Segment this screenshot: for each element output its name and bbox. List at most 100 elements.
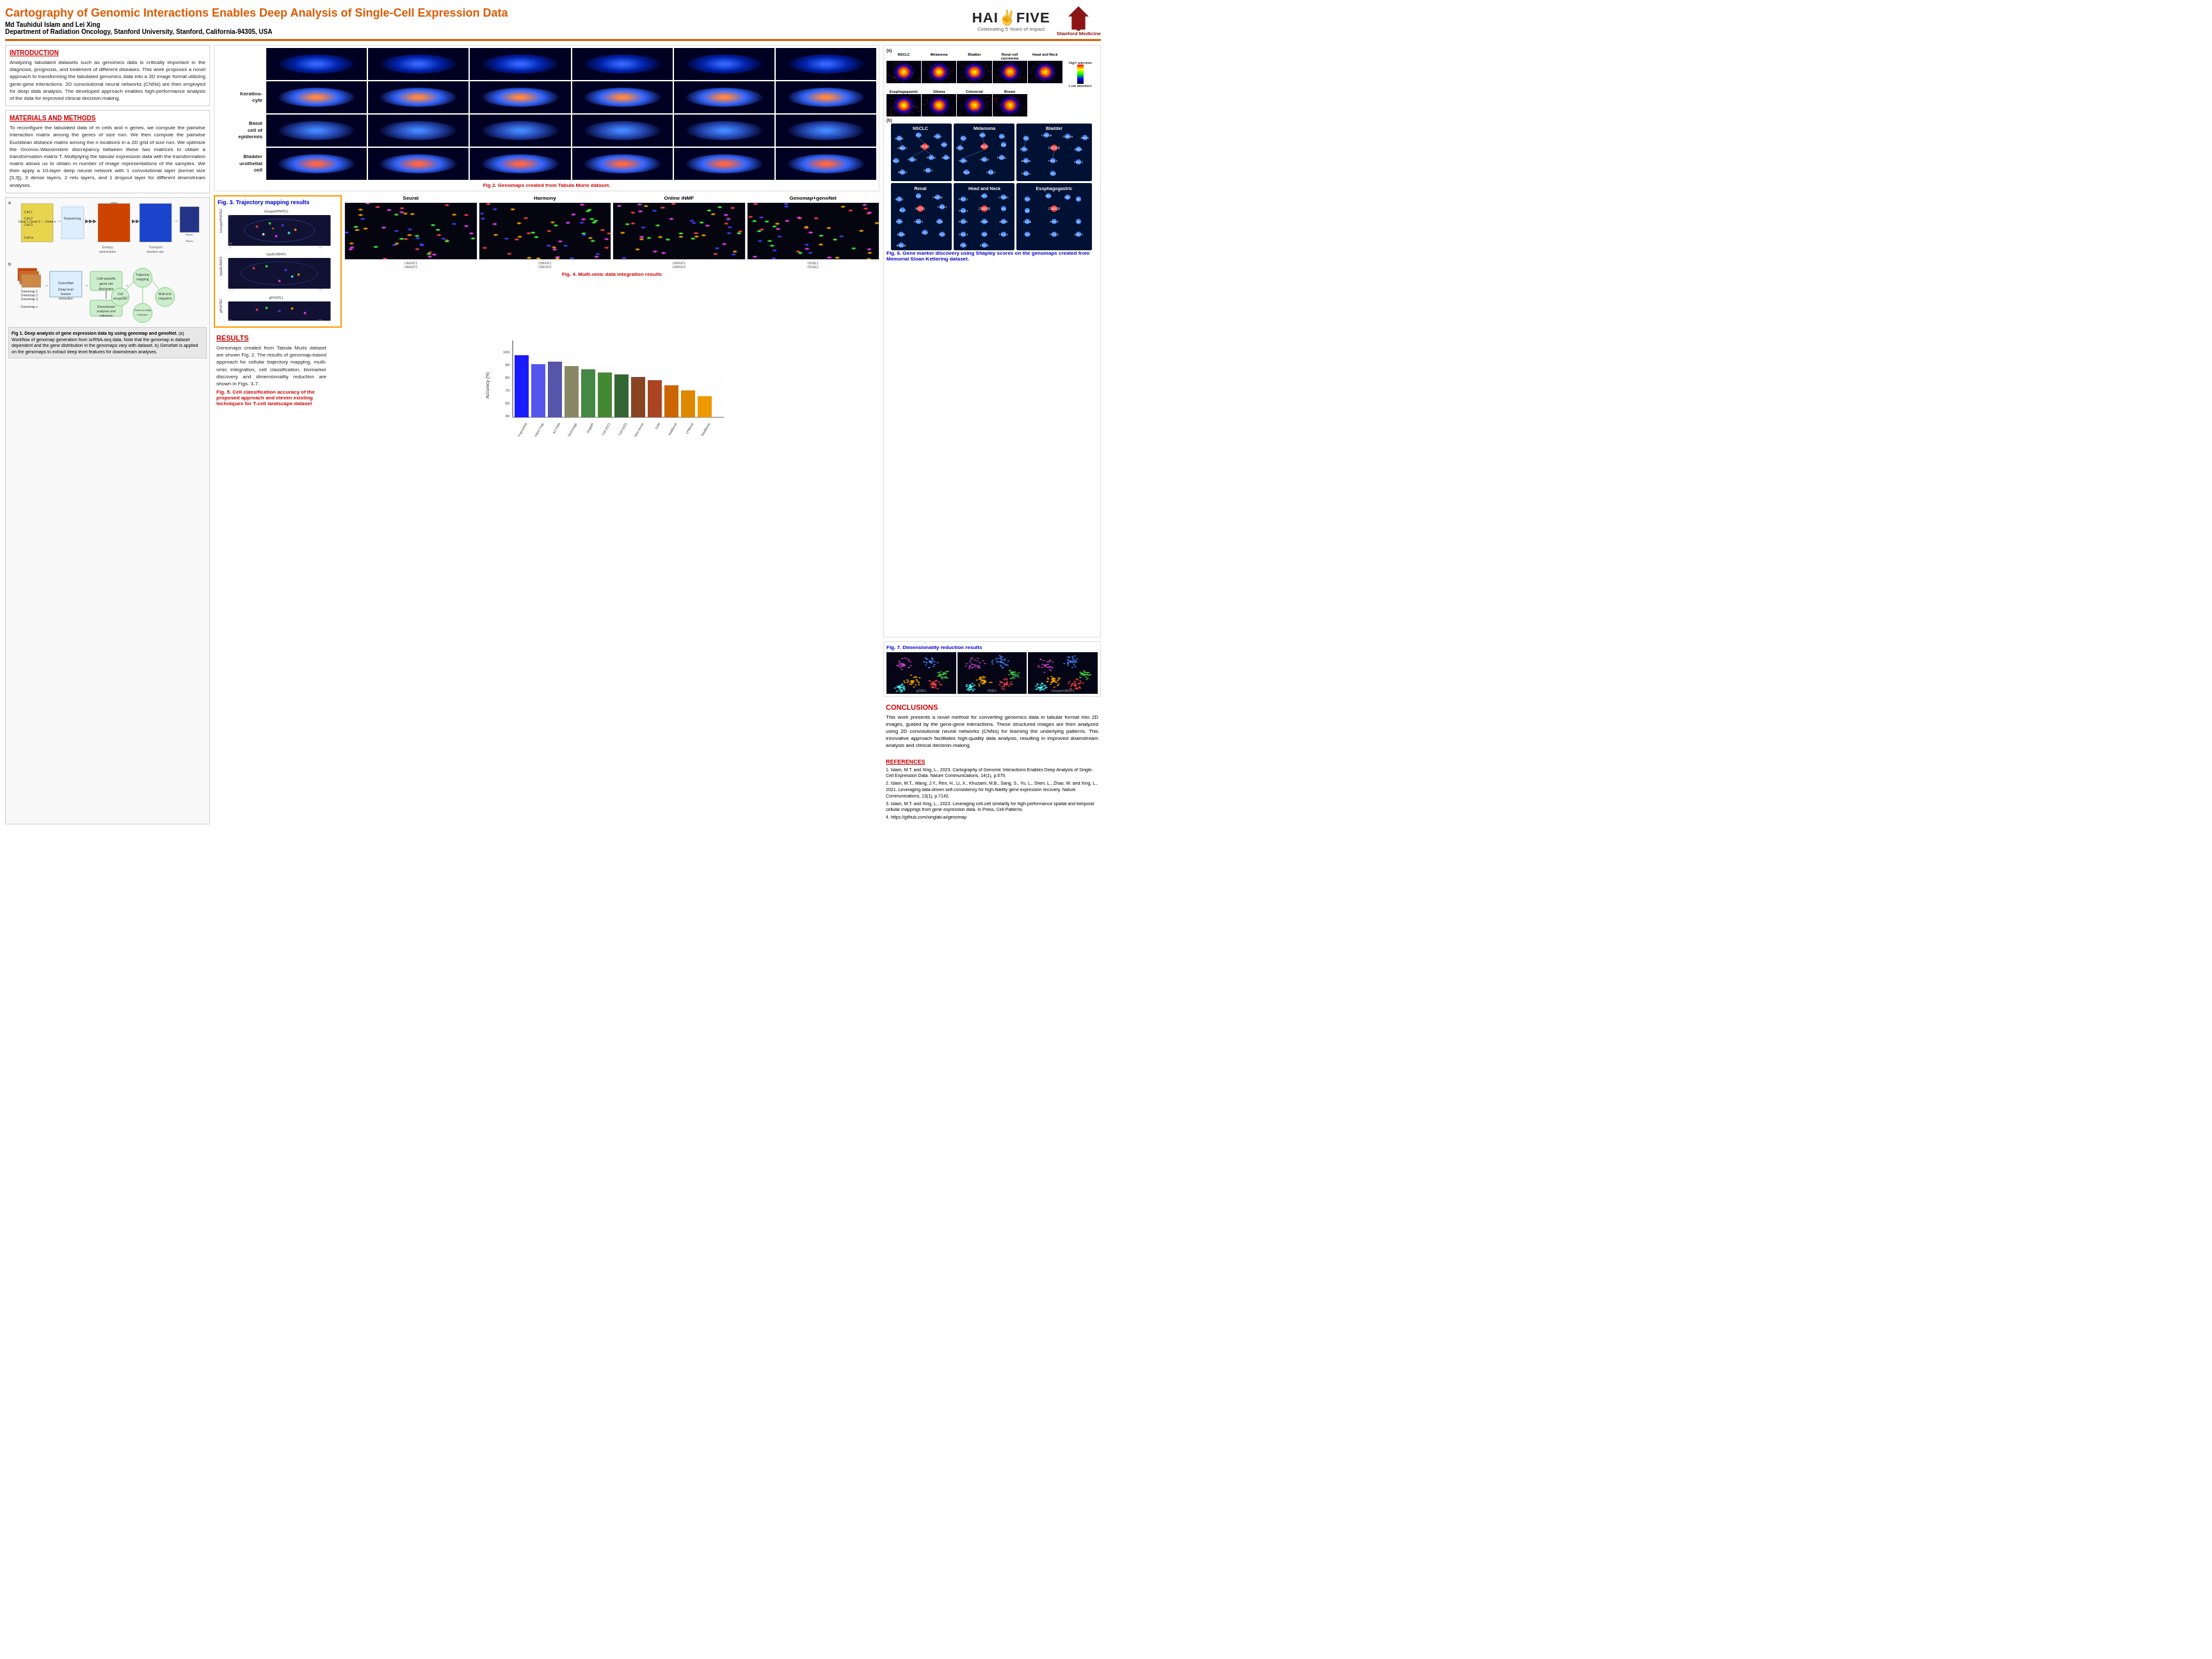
workflow-svg-b: Genomap 1 Genomap 2 Genomap 3 · Genomap …: [15, 262, 207, 326]
ref-2: 2. Islam, M.T., Wang, J.Y., Ren, H., Li,…: [886, 780, 1098, 799]
svg-text:topoEUMAP1: topoEUMAP1: [266, 252, 286, 256]
svg-text:MLL4: MLL4: [893, 159, 900, 163]
svg-text:KTK5: KTK5: [939, 233, 946, 236]
svg-text:Cell 3: Cell 3: [24, 223, 33, 227]
svg-text:PIK3CB: PIK3CB: [980, 158, 990, 161]
svg-rect-71: [228, 215, 331, 246]
svg-text:ERBB3: ERBB3: [999, 220, 1008, 223]
fig6-title: Fig. 6. Gene marker discovery using Shap…: [886, 250, 1098, 262]
svg-text:PIK3C3: PIK3C3: [959, 209, 968, 212]
svg-text:LPBoost: LPBoost: [685, 422, 694, 435]
svg-rect-132: [681, 390, 695, 417]
seurat-umap: [344, 202, 477, 260]
svg-text:feature: feature: [61, 292, 71, 296]
svg-text:GASP8: GASP8: [1074, 233, 1083, 236]
svg-text:→: →: [84, 283, 89, 289]
fig3-section: Fig. 3. Trajectory mapping results Unsup…: [214, 195, 342, 328]
conclusions-title: CONCLUSIONS: [886, 703, 1098, 711]
hai-logo-text: HAI✌FIVE: [972, 10, 1050, 26]
svg-text:AR: AR: [1025, 209, 1029, 212]
svg-point-90: [266, 265, 268, 268]
svg-text:NSCLC: NSCLC: [913, 126, 928, 131]
genomap-cell: [266, 148, 367, 180]
results-text: Genomaps created from Tabula Muris datas…: [216, 344, 326, 387]
svg-text:optimization: optimization: [99, 250, 116, 253]
svg-text:gene set: gene set: [100, 282, 114, 285]
glioma-header: Glioma: [922, 90, 956, 93]
svg-text:PAX7: PAX7: [1064, 196, 1071, 199]
svg-text:PTPB1: PTPB1: [1020, 148, 1029, 151]
genomap-cell: [674, 148, 774, 180]
svg-text:PIK3C3: PIK3C3: [938, 205, 947, 209]
svg-text:discovery: discovery: [99, 287, 114, 291]
svg-text:ERBB2: ERBB2: [942, 156, 950, 159]
svg-point-103: [291, 307, 294, 310]
ref-1: 1. Islam, M.T. and Xing, L., 2023. Carto…: [886, 767, 1098, 780]
svg-text:CDKN1B: CDKN1B: [1048, 147, 1060, 150]
svg-text:PIK3CO: PIK3CO: [898, 171, 908, 174]
svg-text:TP53: TP53: [915, 134, 922, 137]
genomap-cell: [470, 81, 570, 113]
svg-text:UnsuperPHATE2: UnsuperPHATE2: [219, 209, 223, 233]
fig1-section: a Gene 1 Gene 2 ···· Gene n Cell 1 Cell …: [5, 197, 210, 824]
harmony-label: Harmony: [479, 195, 612, 201]
svg-text:function opt.: function opt.: [147, 250, 164, 253]
svg-text:PIK3CD: PIK3CD: [980, 244, 990, 247]
svg-text:NGFR1: NGFR1: [915, 207, 926, 211]
svg-text:AR: AR: [1077, 198, 1080, 201]
melanoma-header: Melanoma: [922, 52, 956, 60]
svg-rect-10: [61, 207, 84, 239]
fig2-section: Keratino-cyte: [214, 45, 879, 191]
svg-text:AdaBoost: AdaBoost: [667, 422, 677, 436]
middle-column: Keratino-cyte: [214, 45, 879, 824]
svg-text:→: →: [56, 218, 61, 224]
svg-text:Cell m: Cell m: [24, 236, 33, 239]
svg-text:PIK3C2: PIK3C2: [1050, 233, 1059, 236]
svg-rect-122: [515, 355, 529, 417]
svg-text:ERBB2: ERBB2: [1074, 148, 1083, 151]
svg-text:Dimensionality: Dimensionality: [134, 309, 151, 312]
svg-text:SPHA2: SPHA2: [920, 145, 930, 148]
svg-text:INPFL: INPFL: [981, 195, 988, 198]
results-section: RESULTS Genomaps created from Tabula Mur…: [214, 332, 329, 824]
genomap-geno-umap: [747, 202, 880, 260]
poster-header: Cartography of Genomic Interactions Enab…: [5, 5, 1101, 41]
svg-text:PIK3C3: PIK3C3: [1048, 159, 1058, 163]
svg-text:FAM46C: FAM46C: [897, 147, 908, 150]
svg-point-89: [253, 267, 255, 269]
empty5: [1063, 94, 1098, 116]
svg-text:Downstream: Downstream: [97, 305, 115, 309]
right-column: (a) NSCLC Melanoma Bladder Renal cell ca…: [883, 45, 1101, 824]
genomap-cell: [368, 81, 469, 113]
svg-text:CDKN1B: CDKN1B: [979, 207, 990, 211]
svg-text:60: 60: [228, 214, 232, 217]
svg-text:→: →: [173, 218, 179, 224]
svg-rect-128: [614, 374, 629, 417]
svg-text:Renal: Renal: [914, 186, 926, 191]
svg-text:HLA-A: HLA-A: [1023, 220, 1031, 223]
svg-rect-87: [228, 258, 331, 289]
svg-text:TP53: TP53: [1024, 198, 1030, 201]
low-att-label: Low attention: [1069, 84, 1092, 88]
svg-text:AR: AR: [1077, 220, 1080, 223]
svg-text:FAT4: FAT4: [1045, 195, 1052, 198]
genomap-cell: [470, 48, 570, 80]
fig4-section: Seurat Harmony Online iNMF Genomap+genoN…: [344, 195, 879, 328]
fig1-label-b: b: [8, 262, 11, 327]
svg-point-79: [262, 233, 265, 236]
svg-text:100: 100: [318, 246, 323, 249]
heatmap-glioma: [922, 94, 956, 116]
genomaps-grid: Keratino-cyte: [217, 48, 876, 180]
svg-text:reduction,: reduction,: [137, 313, 148, 316]
svg-text:topoEUMAP2: topoEUMAP2: [219, 256, 223, 276]
svg-point-73: [256, 225, 259, 228]
genomap-cell: [776, 115, 876, 147]
svg-text:PTPN: PTPN: [896, 220, 903, 223]
fig1-caption: Fig 1. Deep analysis of gene expression …: [8, 327, 207, 358]
svg-text:-40: -40: [228, 242, 233, 245]
svg-text:FAT4: FAT4: [979, 134, 986, 137]
svg-text:0.02: 0.02: [318, 288, 324, 291]
genomap-cell: [368, 115, 469, 147]
fig7-section: Fig. 7. Dimensionality reduction results…: [883, 641, 1101, 697]
svg-text:TERT: TERT: [981, 233, 988, 236]
